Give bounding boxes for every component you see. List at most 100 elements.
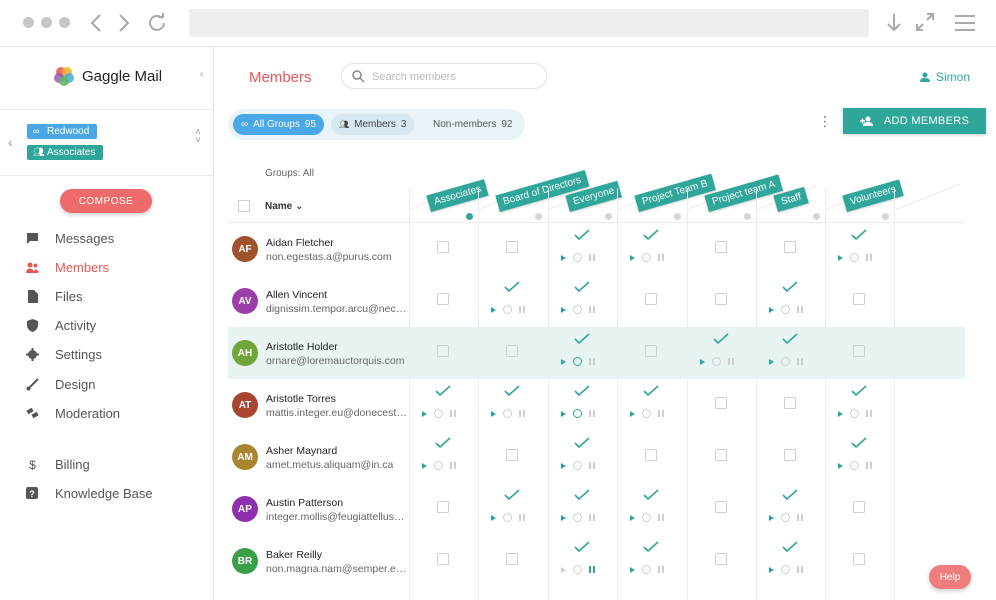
check-icon[interactable] <box>504 385 520 397</box>
pause-icon[interactable] <box>589 462 595 469</box>
clock-icon[interactable] <box>850 461 859 470</box>
membership-checkbox[interactable] <box>715 397 727 409</box>
play-icon[interactable] <box>561 566 566 573</box>
window-dot[interactable] <box>23 17 34 28</box>
membership-checkbox[interactable] <box>853 345 865 357</box>
play-icon[interactable] <box>630 566 635 573</box>
play-icon[interactable] <box>561 514 566 521</box>
nav-item-members[interactable]: Members <box>26 260 109 275</box>
pause-icon[interactable] <box>658 514 664 521</box>
clock-icon[interactable] <box>642 513 651 522</box>
table-row[interactable]: AM Asher Maynard amet.metus.aliquam@in.ca <box>228 431 965 483</box>
play-icon[interactable] <box>769 514 774 521</box>
membership-checkbox[interactable] <box>715 501 727 513</box>
pause-icon[interactable] <box>589 410 595 417</box>
collapse-sidebar-icon[interactable]: ‹ <box>200 69 203 80</box>
pause-icon[interactable] <box>589 566 595 573</box>
check-icon[interactable] <box>643 229 659 241</box>
membership-checkbox[interactable] <box>784 241 796 253</box>
membership-checkbox[interactable] <box>853 293 865 305</box>
membership-checkbox[interactable] <box>506 553 518 565</box>
check-icon[interactable] <box>574 541 590 553</box>
member-name[interactable]: Aristotle Torres <box>266 393 336 405</box>
pause-icon[interactable] <box>866 254 872 261</box>
pause-icon[interactable] <box>519 514 525 521</box>
clock-icon[interactable] <box>573 357 582 366</box>
clock-icon[interactable] <box>573 565 582 574</box>
play-icon[interactable] <box>769 306 774 313</box>
pause-icon[interactable] <box>450 462 456 469</box>
check-icon[interactable] <box>851 385 867 397</box>
url-bar[interactable] <box>189 9 869 37</box>
member-name[interactable]: Austin Patterson <box>266 497 343 509</box>
clock-icon[interactable] <box>781 513 790 522</box>
play-icon[interactable] <box>561 358 566 365</box>
play-icon[interactable] <box>491 410 496 417</box>
pause-icon[interactable] <box>728 358 734 365</box>
pause-icon[interactable] <box>658 410 664 417</box>
play-icon[interactable] <box>561 254 566 261</box>
name-sort-header[interactable]: Name ⌄ <box>265 201 303 212</box>
play-icon[interactable] <box>561 462 566 469</box>
membership-checkbox[interactable] <box>715 293 727 305</box>
membership-checkbox[interactable] <box>645 293 657 305</box>
fullscreen-icon[interactable] <box>915 12 935 32</box>
play-icon[interactable] <box>838 254 843 261</box>
clock-icon[interactable] <box>642 253 651 262</box>
membership-checkbox[interactable] <box>506 345 518 357</box>
table-row[interactable]: AP Austin Patterson integer.mollis@feugiat… <box>228 483 965 535</box>
check-icon[interactable] <box>782 541 798 553</box>
nav-item-moderation[interactable]: Moderation <box>26 406 120 421</box>
clock-icon[interactable] <box>434 461 443 470</box>
membership-checkbox[interactable] <box>715 449 727 461</box>
table-row[interactable]: AH Aristotle Holder ornare@loremauctorquis… <box>228 327 965 379</box>
play-icon[interactable] <box>422 410 427 417</box>
back-icon[interactable] <box>90 13 102 33</box>
pause-icon[interactable] <box>519 410 525 417</box>
pause-icon[interactable] <box>658 254 664 261</box>
compose-button[interactable]: COMPOSE <box>60 189 152 213</box>
pause-icon[interactable] <box>589 306 595 313</box>
check-icon[interactable] <box>782 489 798 501</box>
table-row[interactable]: BR Baker Reilly non.magna.nam@semper.e… <box>228 535 965 587</box>
search-box[interactable] <box>341 63 547 89</box>
check-icon[interactable] <box>574 281 590 293</box>
window-dot[interactable] <box>59 17 70 28</box>
filter-members[interactable]: 👥︎ Members 3 <box>331 114 415 135</box>
play-icon[interactable] <box>491 306 496 313</box>
nav-item-knowledge-base[interactable]: ? Knowledge Base <box>26 486 153 501</box>
play-icon[interactable] <box>561 410 566 417</box>
pause-icon[interactable] <box>797 514 803 521</box>
table-row[interactable]: AF Aidan Fletcher non.egestas.a@purus.com <box>228 223 965 275</box>
clock-icon[interactable] <box>573 513 582 522</box>
play-icon[interactable] <box>491 514 496 521</box>
membership-checkbox[interactable] <box>853 553 865 565</box>
context-tag[interactable]: ∞ Redwood <box>27 124 98 139</box>
check-icon[interactable] <box>782 333 798 345</box>
play-icon[interactable] <box>630 254 635 261</box>
chevron-left-icon[interactable]: ‹ <box>8 134 13 150</box>
member-name[interactable]: Baker Reilly <box>266 549 322 561</box>
check-icon[interactable] <box>504 489 520 501</box>
membership-checkbox[interactable] <box>437 345 449 357</box>
membership-checkbox[interactable] <box>645 449 657 461</box>
pause-icon[interactable] <box>866 462 872 469</box>
check-icon[interactable] <box>643 489 659 501</box>
check-icon[interactable] <box>504 281 520 293</box>
membership-checkbox[interactable] <box>715 241 727 253</box>
membership-checkbox[interactable] <box>437 293 449 305</box>
play-icon[interactable] <box>838 410 843 417</box>
check-icon[interactable] <box>574 229 590 241</box>
clock-icon[interactable] <box>573 409 582 418</box>
check-icon[interactable] <box>713 333 729 345</box>
pause-icon[interactable] <box>797 358 803 365</box>
clock-icon[interactable] <box>573 305 582 314</box>
pause-icon[interactable] <box>589 254 595 261</box>
table-row[interactable]: AT Aristotle Torres mattis.integer.eu@done… <box>228 379 965 431</box>
filter-all-groups[interactable]: ∞ All Groups 95 <box>233 114 324 135</box>
check-icon[interactable] <box>574 333 590 345</box>
check-icon[interactable] <box>435 385 451 397</box>
check-icon[interactable] <box>851 437 867 449</box>
clock-icon[interactable] <box>573 253 582 262</box>
clock-icon[interactable] <box>434 409 443 418</box>
